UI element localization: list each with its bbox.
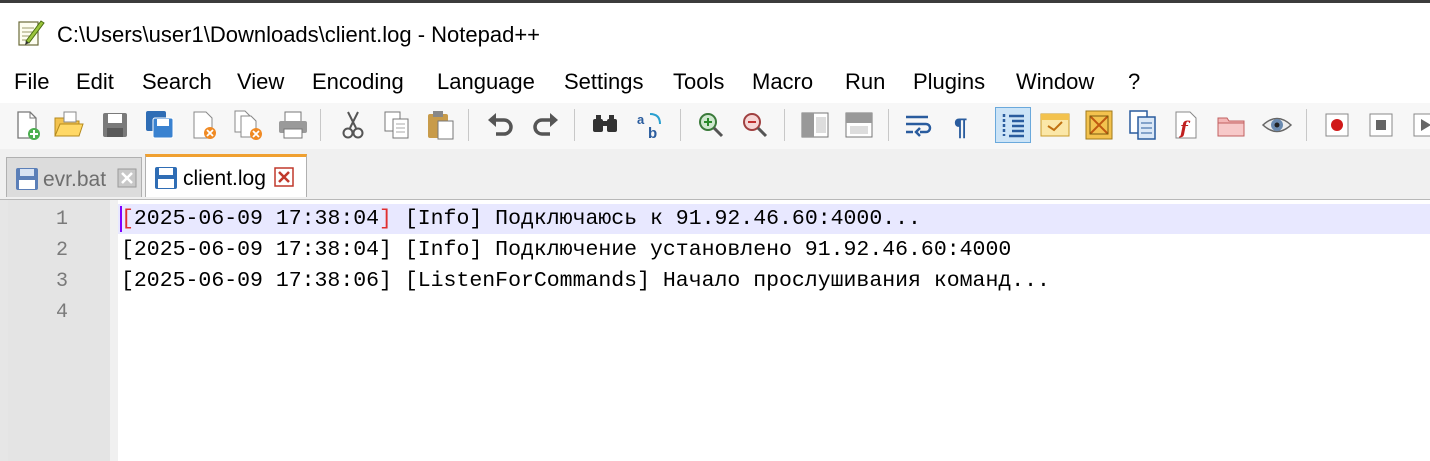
text-caret	[120, 206, 122, 232]
indent-guide-icon[interactable]	[995, 107, 1031, 143]
toolbar-separator	[680, 109, 681, 141]
brace-match-close: ]	[379, 207, 392, 231]
brace-match-open: [	[121, 207, 134, 231]
document-map-icon[interactable]	[1082, 108, 1116, 142]
print-icon[interactable]	[276, 108, 310, 142]
menu-run[interactable]: Run	[845, 69, 885, 95]
menu-tools[interactable]: Tools	[673, 69, 724, 95]
title-bar: C:\Users\user1\Downloads\client.log - No…	[0, 3, 1430, 59]
svg-text:¶: ¶	[954, 114, 967, 141]
save-icon[interactable]	[98, 108, 132, 142]
log-timestamp: 2025-06-09 17:38:04	[133, 207, 380, 231]
menu-view[interactable]: View	[237, 69, 284, 95]
menu-window[interactable]: Window	[1016, 69, 1094, 95]
code-line-2[interactable]: [2025-06-09 17:38:04] [Info] Подключение…	[121, 238, 1011, 262]
function-list-icon[interactable]: f	[1170, 108, 1204, 142]
window-left-edge	[0, 200, 8, 461]
paste-icon[interactable]	[424, 108, 458, 142]
word-wrap-icon[interactable]	[902, 108, 936, 142]
sync-horizontal-icon[interactable]	[842, 108, 876, 142]
line-number: 3	[55, 270, 68, 293]
editor-area[interactable]: 1 2 3 4 [2025-06-09 17:38:04] [Info] Под…	[0, 200, 1430, 461]
monitoring-icon[interactable]	[1260, 108, 1294, 142]
copy-icon[interactable]	[380, 108, 414, 142]
tab-close-icon[interactable]	[117, 168, 137, 188]
menu-encoding[interactable]: Encoding	[312, 69, 404, 95]
close-all-icon[interactable]	[232, 108, 266, 142]
tab-client-log[interactable]: client.log	[145, 154, 307, 197]
log-message: [Info] Подключаюсь к 91.92.46.60:4000...	[391, 207, 921, 231]
menu-edit[interactable]: Edit	[76, 69, 114, 95]
toolbar-separator	[320, 109, 321, 141]
show-all-characters-icon[interactable]: ¶	[946, 108, 980, 142]
line-number: 2	[55, 239, 68, 262]
tab-label: client.log	[183, 167, 266, 190]
zoom-in-icon[interactable]	[694, 108, 728, 142]
window-title: C:\Users\user1\Downloads\client.log - No…	[57, 22, 541, 47]
menu-help[interactable]: ?	[1128, 69, 1140, 95]
document-list-icon[interactable]	[1126, 108, 1160, 142]
save-all-icon[interactable]	[143, 108, 177, 142]
line-number: 1	[55, 208, 68, 231]
notepad-plus-plus-icon	[18, 20, 45, 46]
udl-icon[interactable]	[1038, 108, 1072, 142]
find-icon[interactable]	[588, 108, 622, 142]
disk-icon	[16, 168, 38, 190]
play-macro-icon[interactable]	[1408, 108, 1430, 142]
close-icon[interactable]	[188, 108, 222, 142]
sync-vertical-icon[interactable]	[798, 108, 832, 142]
svg-text:a: a	[637, 112, 645, 127]
menu-settings[interactable]: Settings	[564, 69, 644, 95]
tab-evr-bat[interactable]: evr.bat	[6, 157, 142, 197]
record-macro-icon[interactable]	[1320, 108, 1354, 142]
disk-icon	[155, 167, 177, 189]
cut-icon[interactable]	[336, 108, 370, 142]
tab-close-icon[interactable]	[274, 167, 294, 187]
menu-search[interactable]: Search	[142, 69, 212, 95]
replace-icon[interactable]: ab	[634, 108, 668, 142]
menu-file[interactable]: File	[14, 69, 49, 95]
code-line-3[interactable]: [2025-06-09 17:38:06] [ListenForCommands…	[121, 269, 1050, 293]
folder-as-workspace-icon[interactable]	[1214, 108, 1248, 142]
menu-language[interactable]: Language	[437, 69, 535, 95]
svg-text:b: b	[648, 125, 657, 142]
line-number: 4	[55, 301, 68, 324]
new-file-icon[interactable]	[10, 108, 44, 142]
code-line-1[interactable]: [2025-06-09 17:38:04] [Info] Подключаюсь…	[121, 207, 921, 231]
fold-margin	[110, 200, 118, 461]
toolbar-separator	[784, 109, 785, 141]
toolbar: ab ¶ f	[0, 103, 1430, 149]
stop-recording-icon[interactable]	[1364, 108, 1398, 142]
toolbar-separator	[888, 109, 889, 141]
menu-macro[interactable]: Macro	[752, 69, 813, 95]
menu-plugins[interactable]: Plugins	[913, 69, 985, 95]
menu-bar: File Edit Search View Encoding Language …	[0, 59, 1430, 103]
toolbar-separator	[468, 109, 469, 141]
undo-icon[interactable]	[484, 108, 518, 142]
tab-label: evr.bat	[43, 168, 107, 191]
open-file-icon[interactable]	[52, 108, 86, 142]
redo-icon[interactable]	[528, 108, 562, 142]
zoom-out-icon[interactable]	[738, 108, 772, 142]
toolbar-separator	[574, 109, 575, 141]
tab-bar: evr.bat client.log	[0, 149, 1430, 200]
toolbar-separator	[1306, 109, 1307, 141]
